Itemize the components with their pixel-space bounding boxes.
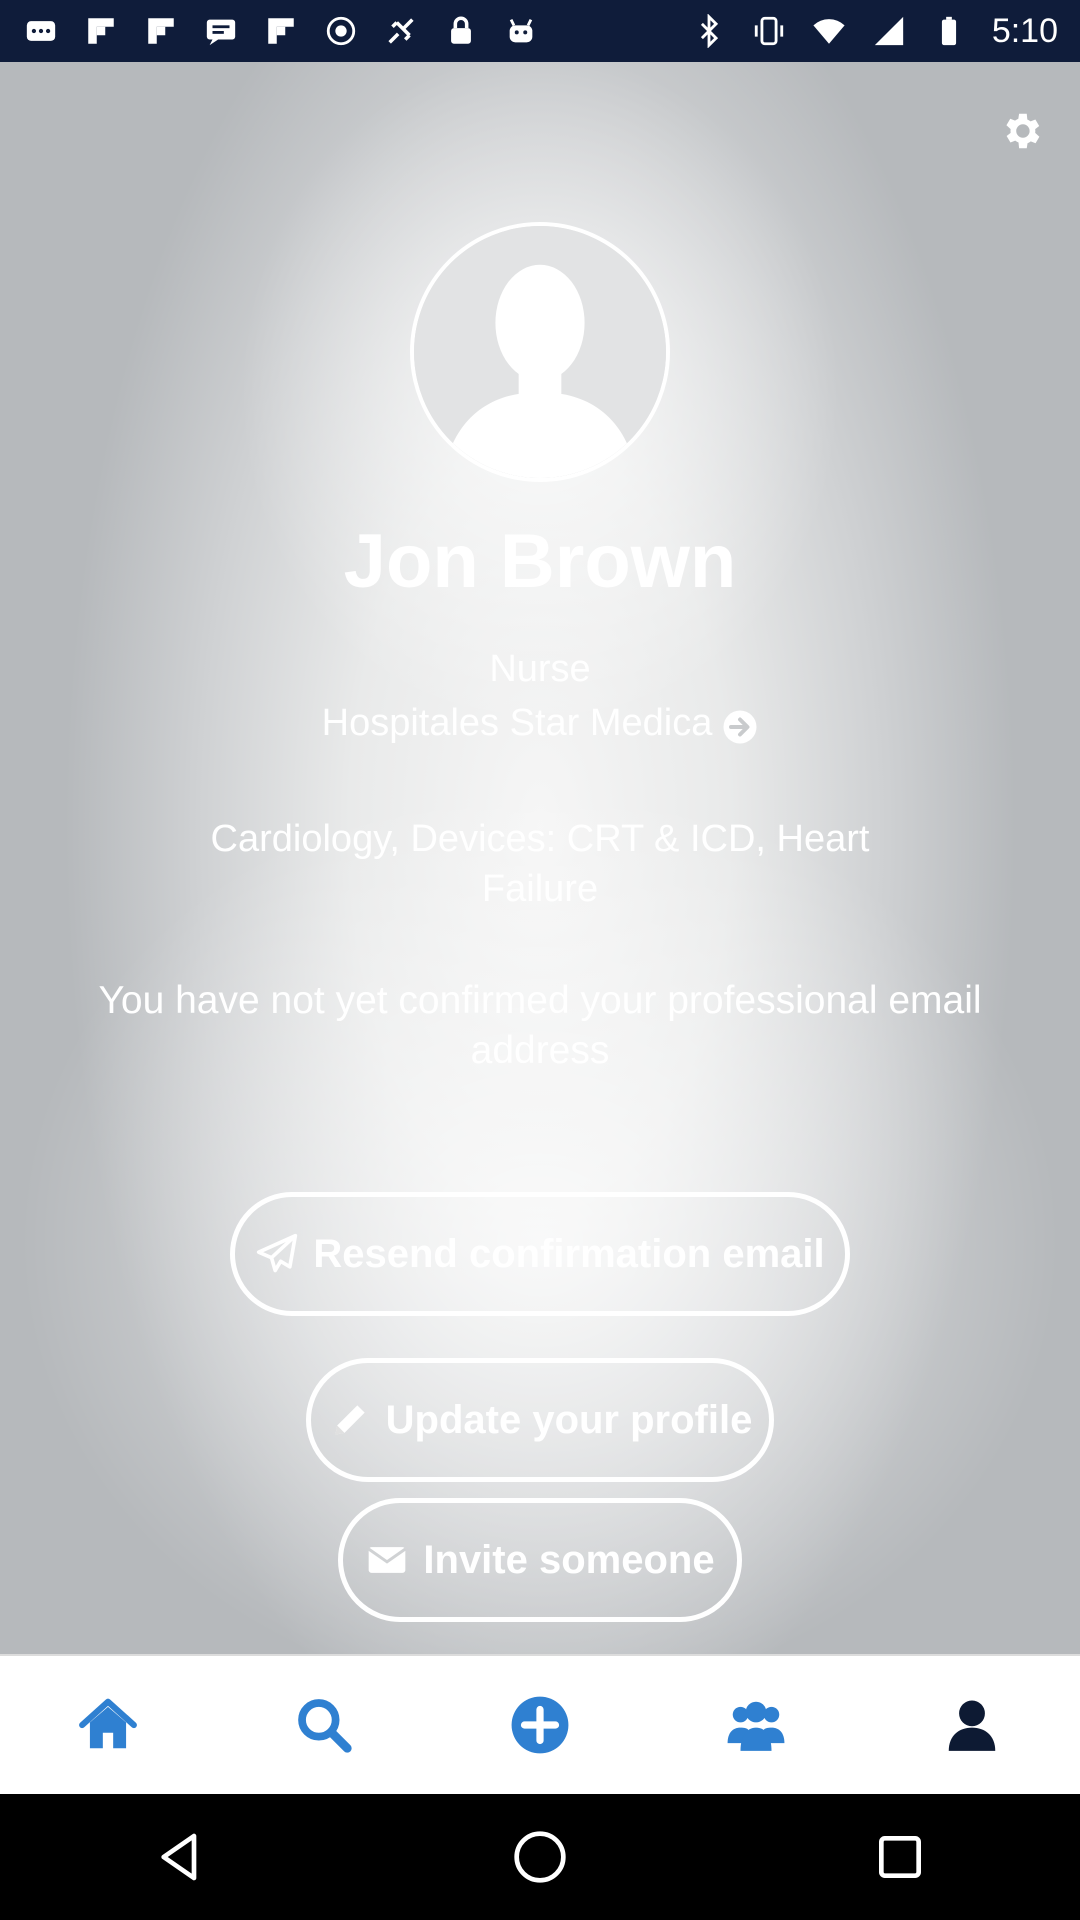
tab-add[interactable] (480, 1665, 600, 1785)
avatar[interactable] (410, 222, 670, 482)
home-icon (79, 1698, 137, 1749)
vibrate-icon (752, 14, 786, 48)
settings-button[interactable] (996, 106, 1046, 156)
bottom-tab-bar (0, 1654, 1080, 1794)
update-label: Update your profile (385, 1397, 753, 1442)
flipboard-icon (264, 14, 298, 48)
resend-label: Resend confirmation email (313, 1231, 825, 1276)
sms-icon (204, 14, 238, 48)
status-right-icons: 5:10 (692, 12, 1058, 51)
tab-profile[interactable] (912, 1665, 1032, 1785)
status-bar: 5:10 (0, 0, 1080, 62)
gear-icon (1006, 113, 1040, 149)
back-triangle-icon (161, 1833, 197, 1881)
home-nav-button[interactable] (490, 1807, 590, 1907)
flipboard-icon (144, 14, 178, 48)
arrow-circle-right-icon (722, 709, 758, 745)
status-left-icons (24, 14, 538, 48)
paper-plane-icon (255, 1232, 299, 1276)
invite-someone-button[interactable]: Invite someone (338, 1498, 742, 1622)
plus-circle-icon (511, 1696, 569, 1754)
specialties-text: Cardiology, Devices: CRT & ICD, Heart Fa… (210, 818, 870, 910)
email-notice: You have not yet confirmed your professi… (98, 979, 982, 1072)
hospital-name: Hospitales Star Medica (321, 702, 713, 744)
profile-name: Jon Brown (343, 519, 737, 604)
cast-icon (324, 14, 358, 48)
pencil-icon (328, 1398, 372, 1442)
flipboard-icon (84, 14, 118, 48)
tab-search[interactable] (264, 1665, 384, 1785)
default-avatar-icon (414, 226, 666, 478)
recents-square-icon (879, 1836, 921, 1878)
bluetooth-icon (692, 14, 726, 48)
recents-button[interactable] (850, 1807, 950, 1907)
lock-icon (444, 14, 478, 48)
android-icon (504, 14, 538, 48)
wifi-icon (812, 14, 846, 48)
resend-confirmation-button[interactable]: Resend confirmation email (230, 1192, 850, 1316)
fake-gps-icon (384, 14, 418, 48)
profile-role: Nurse (489, 648, 591, 690)
cellular-signal-icon (872, 14, 906, 48)
hospital-link[interactable]: Hospitales Star Medica (0, 702, 1080, 745)
invite-label: Invite someone (423, 1537, 715, 1582)
profile-screen: Jon Brown Nurse Hospitales Star Medica C… (0, 62, 1080, 1654)
tab-home[interactable] (48, 1665, 168, 1785)
back-button[interactable] (130, 1807, 230, 1907)
users-icon (727, 1701, 785, 1751)
user-icon (948, 1700, 996, 1751)
envelope-icon (365, 1538, 409, 1582)
battery-icon (932, 14, 966, 48)
messages-icon (24, 14, 58, 48)
clock-time: 5:10 (991, 11, 1058, 50)
home-circle-icon (514, 1831, 566, 1883)
search-icon (298, 1699, 352, 1753)
update-profile-button[interactable]: Update your profile (306, 1358, 774, 1482)
system-nav-bar (0, 1794, 1080, 1920)
tab-groups[interactable] (696, 1665, 816, 1785)
